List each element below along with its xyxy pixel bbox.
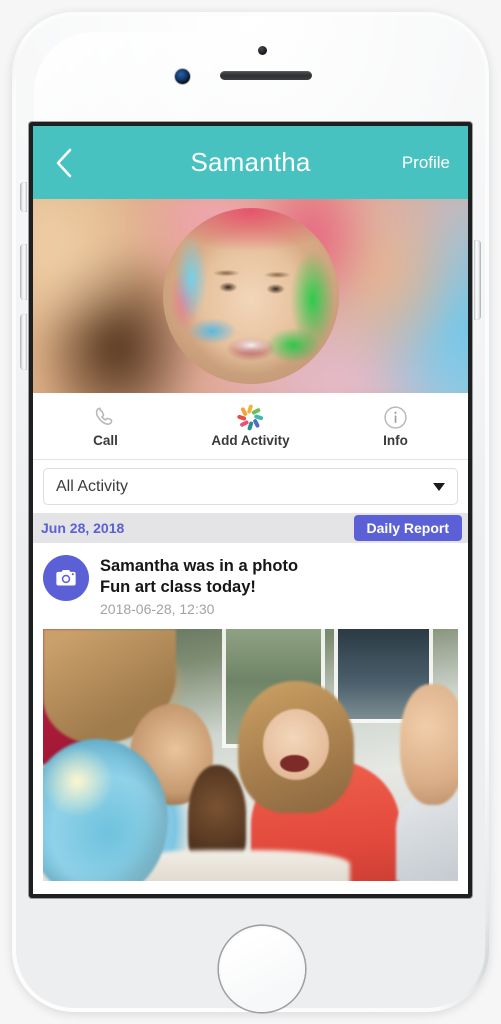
pinwheel-ring [237,403,264,431]
camera-icon[interactable] [43,555,89,601]
action-call-label: Call [93,433,118,448]
profile-link[interactable]: Profile [402,153,450,173]
filter-section: All Activity [33,460,468,513]
app-header: Samantha Profile [33,126,468,199]
activity-entry: Samantha was in a photo Fun art class to… [33,543,468,625]
app-screen: Samantha Profile Call Add Activity Info … [33,126,468,894]
power-button[interactable] [474,240,481,320]
silent-switch[interactable] [20,182,27,212]
avatar[interactable] [162,208,339,384]
quick-action-bar: Call Add Activity Info [33,393,468,460]
classroom-photo-image [43,628,458,881]
activity-caption: Fun art class today! [100,577,256,596]
pinwheel-icon [237,403,264,431]
page-title: Samantha [190,147,311,177]
avatar-photo [162,208,339,384]
chevron-down-icon [433,482,445,491]
feed-bottom-space [33,880,468,894]
front-camera-icon [175,69,190,84]
back-button[interactable] [47,144,81,182]
earpiece-speaker-grille [220,71,312,80]
action-add-activity[interactable]: Add Activity [178,393,323,459]
info-circle-icon [383,404,408,430]
phone-handset-icon [93,404,118,430]
date-group-header: Jun 28, 2018 Daily Report [33,513,468,543]
right-child-shirt [395,794,458,881]
screenshot-stage: Samantha Profile Call Add Activity Info … [0,0,501,1024]
action-add-activity-label: Add Activity [211,433,290,448]
action-info-label: Info [383,433,408,448]
hero-cover [33,199,468,393]
activity-title: Samantha was in a photo [100,557,299,575]
date-label: Jun 28, 2018 [41,520,125,536]
volume-up-button[interactable] [20,244,27,300]
volume-down-button[interactable] [20,314,27,370]
chevron-left-icon [56,148,72,177]
right-child-face [399,684,458,805]
home-button[interactable] [219,926,305,1012]
action-call[interactable]: Call [33,393,178,459]
activity-filter-select[interactable]: All Activity [43,468,458,505]
activity-filter-value: All Activity [56,477,129,495]
screen-bezel: Samantha Profile Call Add Activity Info … [29,122,472,898]
activity-text-block: Samantha was in a photo Fun art class to… [100,555,298,617]
laughing-girl-mouth [279,754,309,773]
proximity-sensor-icon [258,46,267,55]
daily-report-button[interactable]: Daily Report [353,515,462,541]
activity-photo[interactable] [43,628,458,881]
action-info[interactable]: Info [323,393,468,459]
activity-timestamp: 2018-06-28, 12:30 [100,600,215,617]
